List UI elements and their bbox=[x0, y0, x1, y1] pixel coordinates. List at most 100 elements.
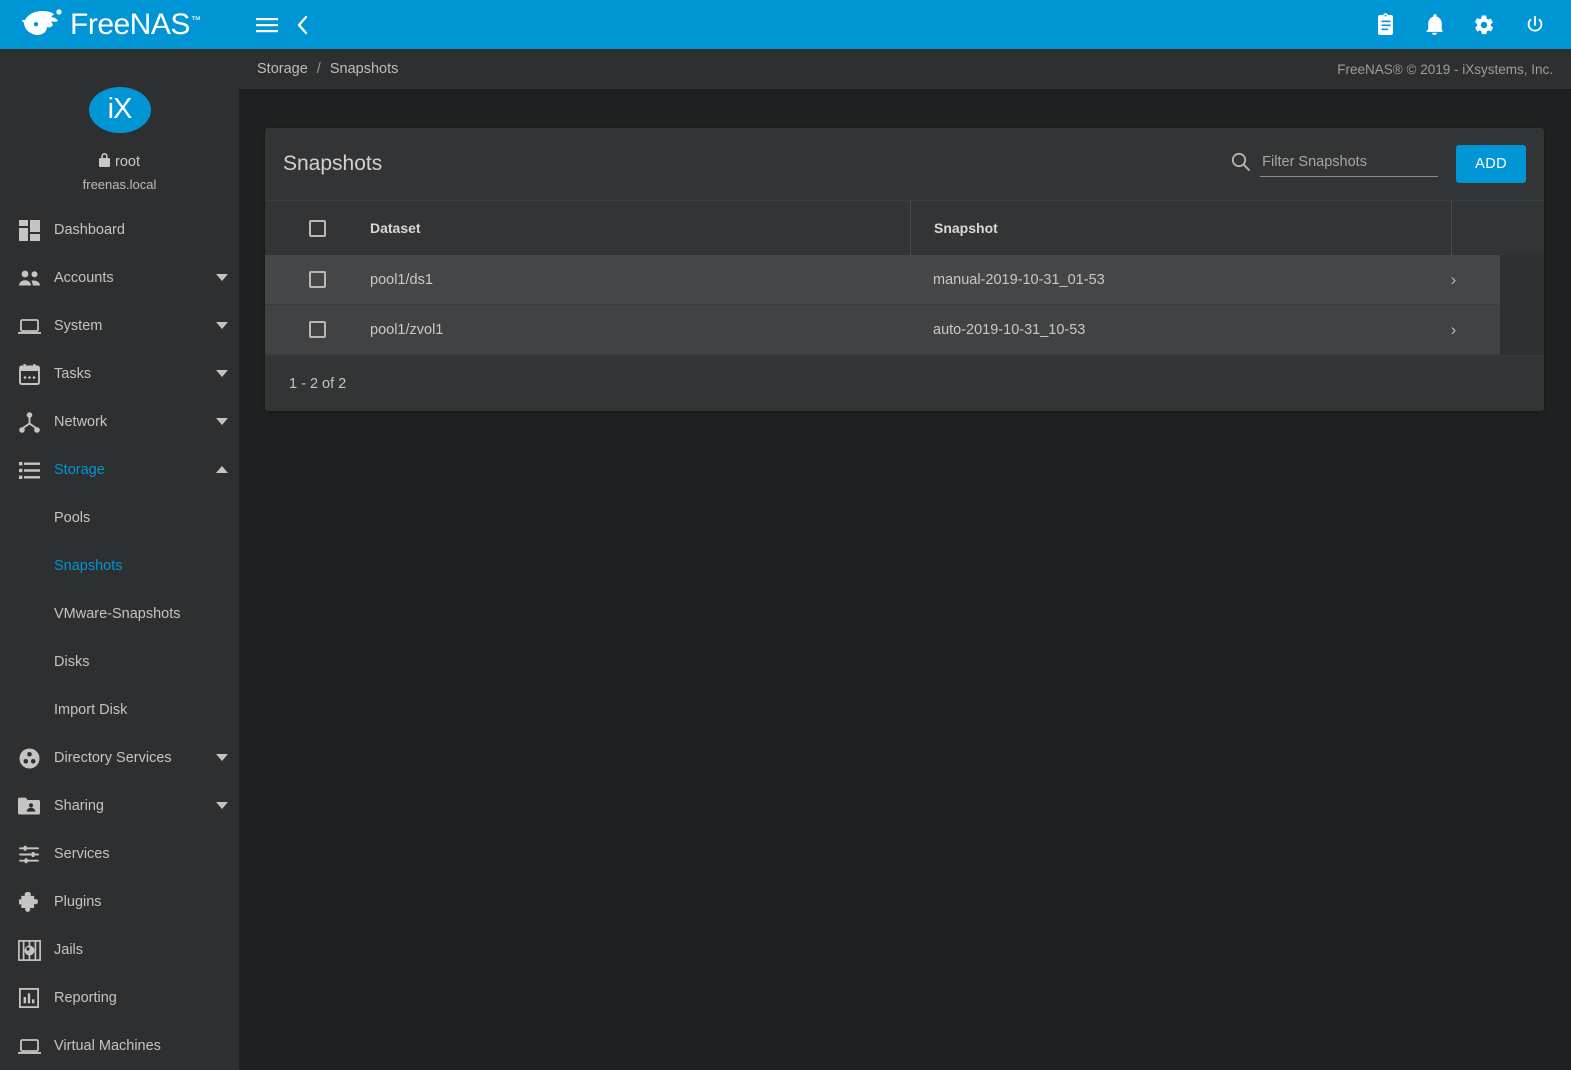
sidebar-username-text: root bbox=[115, 154, 140, 170]
sidebar-item-reporting[interactable]: Reporting bbox=[0, 974, 239, 1022]
tasks-clipboard-icon[interactable] bbox=[1375, 13, 1396, 36]
lock-icon bbox=[99, 153, 110, 171]
sidebar-item-system[interactable]: System bbox=[0, 302, 239, 350]
sidebar-item-storage[interactable]: Storage bbox=[0, 446, 239, 494]
row-snapshot: auto-2019-10-31_10-53 bbox=[933, 321, 1086, 338]
sidebar-item-sharing[interactable]: Sharing bbox=[0, 782, 239, 830]
topbar-left-controls bbox=[239, 15, 309, 35]
table-row[interactable]: pool1/zvol1 auto-2019-10-31_10-53 › bbox=[265, 305, 1500, 355]
sidebar-item-jails[interactable]: Jails bbox=[0, 926, 239, 974]
sidebar-item-vmware-snapshots[interactable]: VMware-Snapshots bbox=[0, 590, 239, 638]
sidebar-item-accounts[interactable]: Accounts bbox=[0, 254, 239, 302]
breadcrumb-item-snapshots[interactable]: Snapshots bbox=[330, 61, 399, 77]
page-title: Snapshots bbox=[283, 152, 383, 175]
row-dataset: pool1/ds1 bbox=[370, 271, 433, 288]
chevron-left-icon[interactable] bbox=[296, 15, 309, 35]
sidebar-item-plugins[interactable]: Plugins bbox=[0, 878, 239, 926]
sidebar-item-disks[interactable]: Disks bbox=[0, 638, 239, 686]
pagination-range: 1 - 2 of 2 bbox=[289, 375, 347, 392]
sidebar-item-label: Accounts bbox=[54, 270, 114, 286]
dashboard-icon bbox=[10, 219, 48, 241]
accounts-people-icon bbox=[10, 270, 48, 287]
column-header-snapshot[interactable]: Snapshot bbox=[910, 200, 1451, 256]
sidebar-item-label: Directory Services bbox=[54, 750, 172, 766]
notifications-bell-icon[interactable] bbox=[1425, 13, 1444, 36]
breadcrumb-separator: / bbox=[316, 61, 321, 77]
sidebar-item-services[interactable]: Services bbox=[0, 830, 239, 878]
network-nodes-icon bbox=[10, 411, 48, 433]
brand-logo[interactable]: FreeNAS™ bbox=[0, 0, 239, 49]
sidebar-item-label: Sharing bbox=[54, 798, 104, 814]
sidebar-subitem-label: Import Disk bbox=[54, 702, 128, 718]
sidebar-item-directory-services[interactable]: Directory Services bbox=[0, 734, 239, 782]
chevron-down-icon[interactable] bbox=[205, 418, 239, 426]
sidebar-subitem-label: Disks bbox=[54, 654, 90, 670]
table-rows-viewport: pool1/ds1 manual-2019-10-31_01-53 › pool… bbox=[265, 255, 1500, 355]
breadcrumb-item-storage[interactable]: Storage bbox=[257, 61, 308, 77]
top-app-bar: FreeNAS™ bbox=[0, 0, 1571, 49]
sidebar-item-snapshots[interactable]: Snapshots bbox=[0, 542, 239, 590]
chevron-down-icon[interactable] bbox=[205, 802, 239, 810]
brand-wordmark: FreeNAS™ bbox=[70, 8, 201, 42]
column-header-expand bbox=[1451, 200, 1544, 256]
topbar-right-controls bbox=[1375, 13, 1571, 36]
chevron-up-icon[interactable] bbox=[205, 466, 239, 474]
virtual-machines-icon bbox=[10, 1038, 48, 1055]
sidebar-item-label: Tasks bbox=[54, 366, 92, 382]
sidebar-item-label: System bbox=[54, 318, 103, 334]
breadcrumb: Storage / Snapshots bbox=[257, 61, 398, 77]
search-input[interactable] bbox=[1260, 151, 1439, 177]
sharing-folder-icon bbox=[10, 797, 48, 815]
sidebar-item-label: Storage bbox=[54, 462, 105, 478]
hamburger-menu-icon[interactable] bbox=[256, 17, 278, 33]
sidebar-subitem-label: VMware-Snapshots bbox=[54, 606, 181, 622]
card-header-actions: ADD bbox=[1231, 145, 1526, 183]
copyright-text: FreeNAS® © 2019 - iXsystems, Inc. bbox=[1337, 61, 1553, 77]
directory-services-icon bbox=[10, 748, 48, 769]
select-all-cell bbox=[265, 219, 370, 237]
snapshots-card: Snapshots ADD Dataset Sna bbox=[265, 128, 1544, 411]
breadcrumb-bar: Storage / Snapshots FreeNAS® © 2019 - iX… bbox=[239, 49, 1571, 89]
sidebar-item-virtual-machines[interactable]: Virtual Machines bbox=[0, 1022, 239, 1070]
settings-gear-icon[interactable] bbox=[1473, 14, 1495, 36]
sidebar-username: root bbox=[0, 153, 239, 171]
sidebar-item-tasks[interactable]: Tasks bbox=[0, 350, 239, 398]
card-header: Snapshots ADD bbox=[265, 128, 1544, 200]
sidebar-item-pools[interactable]: Pools bbox=[0, 494, 239, 542]
chevron-right-icon[interactable]: › bbox=[1407, 270, 1500, 290]
sidebar-item-import-disk[interactable]: Import Disk bbox=[0, 686, 239, 734]
table-row[interactable]: pool1/ds1 manual-2019-10-31_01-53 › bbox=[265, 255, 1500, 305]
row-checkbox[interactable] bbox=[309, 321, 326, 338]
brand-tm-text: ™ bbox=[190, 14, 201, 26]
sidebar-item-dashboard[interactable]: Dashboard bbox=[0, 206, 239, 254]
system-laptop-icon bbox=[10, 318, 48, 335]
select-all-checkbox[interactable] bbox=[309, 219, 326, 237]
main-content: Storage / Snapshots FreeNAS® © 2019 - iX… bbox=[239, 49, 1571, 1070]
column-header-dataset[interactable]: Dataset bbox=[370, 220, 910, 236]
sidebar-user-block: iX root freenas.local bbox=[0, 49, 239, 206]
services-sliders-icon bbox=[10, 845, 48, 864]
search-container bbox=[1231, 151, 1439, 177]
table-body: pool1/ds1 manual-2019-10-31_01-53 › pool… bbox=[265, 255, 1544, 355]
power-icon[interactable] bbox=[1524, 14, 1546, 36]
sidebar-navigation: iX root freenas.local Dashboard Accounts… bbox=[0, 49, 239, 1070]
sidebar-item-label: Virtual Machines bbox=[54, 1038, 161, 1054]
ixsystems-logo-icon: iX bbox=[88, 87, 151, 133]
sidebar-item-network[interactable]: Network bbox=[0, 398, 239, 446]
jails-icon bbox=[10, 939, 48, 961]
row-snapshot: manual-2019-10-31_01-53 bbox=[933, 271, 1105, 288]
add-button[interactable]: ADD bbox=[1456, 145, 1526, 183]
row-checkbox[interactable] bbox=[309, 271, 326, 288]
row-select-cell bbox=[265, 321, 370, 338]
sidebar-item-label: Reporting bbox=[54, 990, 117, 1006]
chevron-down-icon[interactable] bbox=[205, 274, 239, 282]
search-icon[interactable] bbox=[1231, 152, 1251, 176]
chevron-down-icon[interactable] bbox=[205, 754, 239, 762]
table-footer: 1 - 2 of 2 bbox=[265, 355, 1544, 411]
sidebar-hostname-text: freenas.local bbox=[82, 177, 157, 192]
chevron-down-icon[interactable] bbox=[205, 322, 239, 330]
reporting-chart-icon bbox=[10, 988, 48, 1008]
chevron-right-icon[interactable]: › bbox=[1407, 320, 1500, 340]
freenas-fish-logo-icon bbox=[22, 8, 64, 42]
chevron-down-icon[interactable] bbox=[205, 370, 239, 378]
